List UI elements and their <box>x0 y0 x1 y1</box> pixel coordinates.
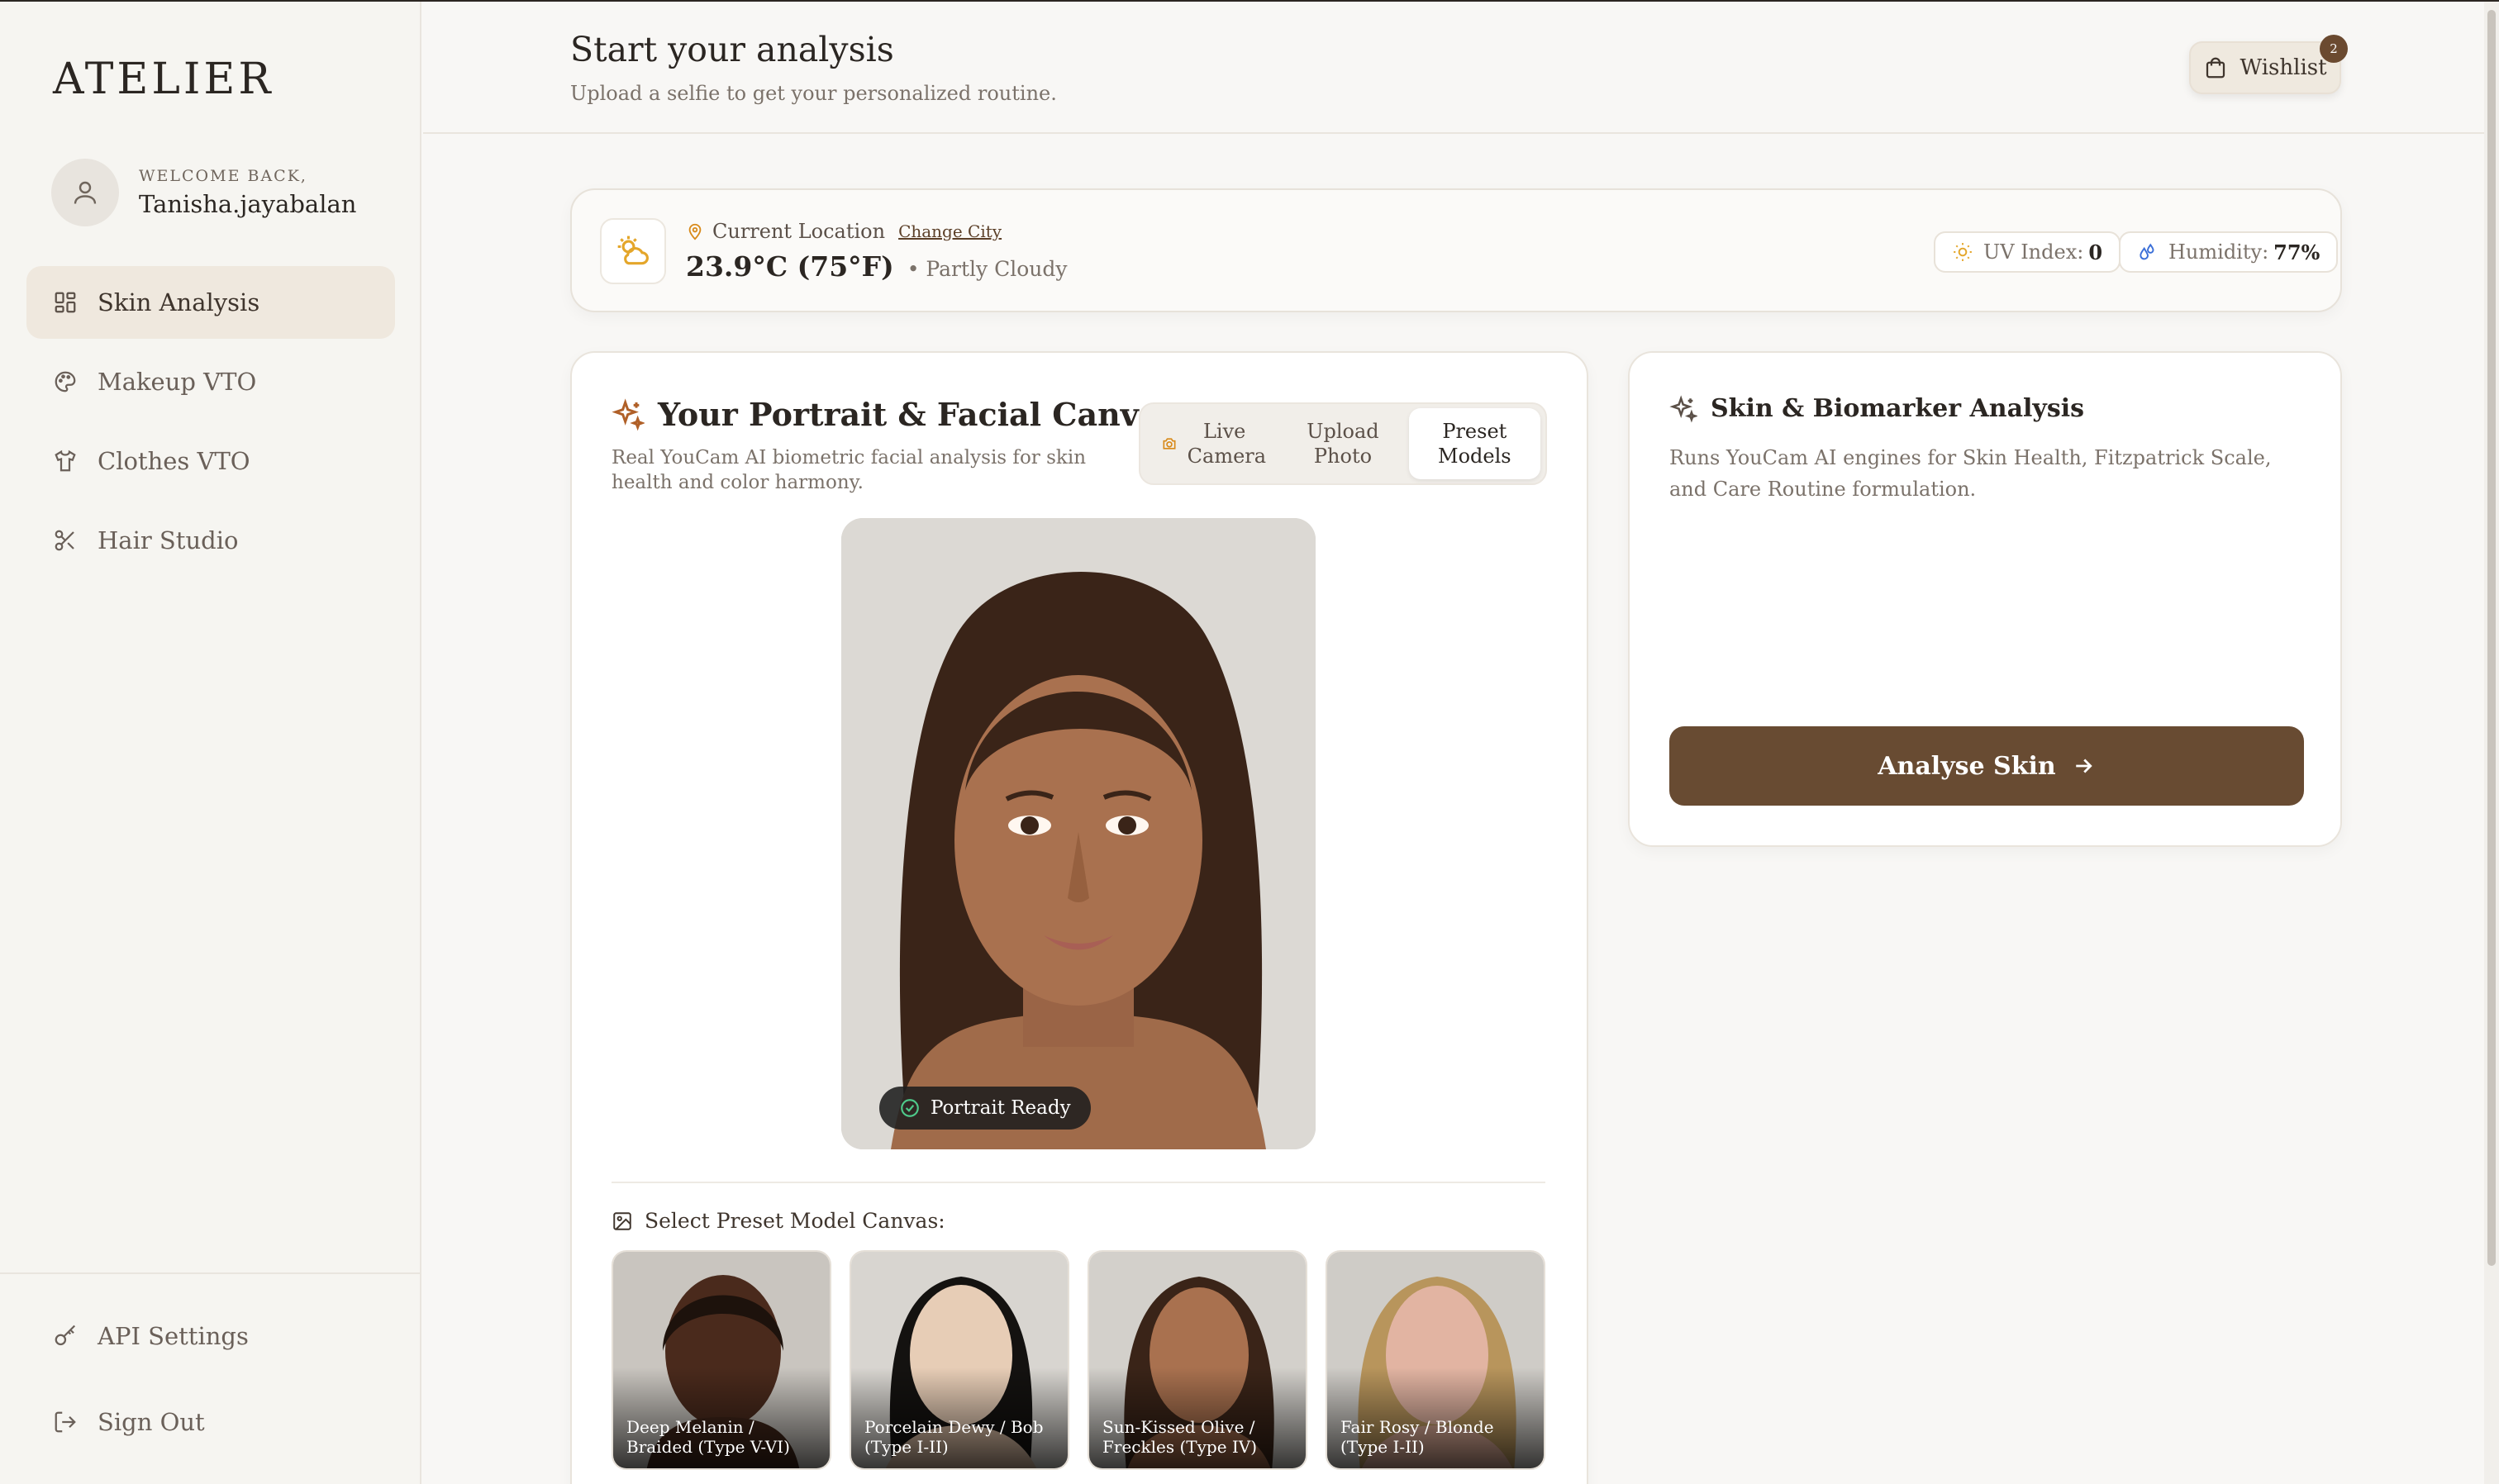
sign-out-label: Sign Out <box>98 1408 205 1436</box>
humidity-pill: Humidity: 77% <box>2119 231 2339 273</box>
wishlist-count-badge: 2 <box>2320 35 2348 63</box>
nav-item-skin-analysis[interactable]: Skin Analysis <box>26 266 395 339</box>
analyse-button-label: Analyse Skin <box>1878 751 2056 781</box>
portrait-image: Portrait Ready <box>841 518 1316 1149</box>
portrait-canvas-card: Your Portrait & Facial Canvas Real YouCa… <box>570 351 1588 1484</box>
preset-caption: Porcelain Dewy / Bob (Type I-II) <box>851 1367 1068 1468</box>
temperature-line: 23.9°C (75°F) • Partly Cloudy <box>686 250 1067 283</box>
main-nav: Skin Analysis Makeup VTO Clothes VTO Hai… <box>26 266 395 583</box>
page-subtitle: Upload a selfie to get your personalized… <box>570 82 1057 105</box>
divider <box>612 1182 1545 1183</box>
preset-model-card[interactable]: Fair Rosy / Blonde (Type I-II) <box>1326 1250 1545 1470</box>
nav-item-hair-studio[interactable]: Hair Studio <box>26 504 395 577</box>
canvas-title: Your Portrait & Facial Canvas <box>612 396 1177 433</box>
palette-icon <box>55 371 76 392</box>
preset-model-card[interactable]: Porcelain Dewy / Bob (Type I-II) <box>850 1250 1069 1470</box>
api-settings-label: API Settings <box>98 1322 249 1350</box>
tab-label: Upload Photo <box>1307 420 1379 468</box>
location-label: Current Location <box>712 220 886 243</box>
wishlist-button[interactable]: Wishlist <box>2189 41 2341 94</box>
map-pin-icon <box>688 223 702 240</box>
username: Tanisha.jayabalan <box>139 190 357 218</box>
analyse-skin-button[interactable]: Analyse Skin <box>1669 726 2304 806</box>
nav-item-makeup-vto[interactable]: Makeup VTO <box>26 345 395 418</box>
page-header: Start your analysis Upload a selfie to g… <box>423 2 2489 134</box>
nav-label: Hair Studio <box>98 526 239 554</box>
biomarker-card: Skin & Biomarker Analysis Runs YouCam AI… <box>1628 351 2342 847</box>
tab-label: Live Camera <box>1187 420 1267 468</box>
humidity-value: 77% <box>2273 240 2320 264</box>
brand-logo: ATELIER <box>53 55 274 104</box>
nav-item-clothes-vto[interactable]: Clothes VTO <box>26 425 395 497</box>
temperature: 23.9°C (75°F) <box>686 250 894 283</box>
api-settings-link[interactable]: API Settings <box>53 1322 249 1350</box>
sidebar: ATELIER WELCOME BACK, Tanisha.jayabalan … <box>0 2 421 1484</box>
partly-cloudy-icon <box>600 218 666 284</box>
nav-label: Makeup VTO <box>98 368 257 396</box>
nav-label: Skin Analysis <box>98 288 260 316</box>
weather-condition: • Partly Cloudy <box>907 257 1068 281</box>
biomarker-description: Runs YouCam AI engines for Skin Health, … <box>1669 446 2272 501</box>
uv-value: 0 <box>2088 240 2103 264</box>
biomarker-title: Skin & Biomarker Analysis <box>1669 394 2084 423</box>
weather-card: Current Location Change City 23.9°C (75°… <box>570 188 2342 312</box>
scrollbar-thumb[interactable] <box>2487 10 2496 1266</box>
sign-out-link[interactable]: Sign Out <box>53 1408 205 1436</box>
uv-index-pill: UV Index: 0 <box>1934 231 2121 273</box>
preset-label: Select Preset Model Canvas: <box>612 1209 945 1233</box>
portrait-ready-badge: Portrait Ready <box>879 1087 1091 1130</box>
user-profile: WELCOME BACK, Tanisha.jayabalan <box>51 159 356 226</box>
preset-caption: Sun-Kissed Olive / Freckles (Type IV) <box>1089 1367 1306 1468</box>
page-title: Start your analysis <box>570 30 894 69</box>
uv-label: UV Index: <box>1983 240 2084 264</box>
sun-icon <box>1954 243 1972 261</box>
tab-preset-models[interactable]: Preset Models <box>1408 408 1540 479</box>
tab-live-camera[interactable]: Live Camera <box>1145 408 1277 479</box>
sparkles-icon <box>1669 394 1697 422</box>
biomarker-title-text: Skin & Biomarker Analysis <box>1711 394 2085 423</box>
key-icon <box>55 1325 76 1346</box>
preset-model-card[interactable]: Sun-Kissed Olive / Freckles (Type IV) <box>1088 1250 1307 1470</box>
tab-label: Preset Models <box>1438 420 1511 468</box>
source-tabs: Live Camera Upload Photo Preset Models <box>1139 402 1547 485</box>
humidity-label: Humidity: <box>2168 240 2269 264</box>
preset-caption: Fair Rosy / Blonde (Type I-II) <box>1327 1367 1544 1468</box>
preset-model-card[interactable]: Deep Melanin / Braided (Type V-VI) <box>612 1250 831 1470</box>
portrait-illustration <box>841 518 1316 1149</box>
sidebar-footer <box>0 1272 420 1274</box>
shopping-bag-icon <box>2206 57 2225 78</box>
canvas-description: Real YouCam AI biometric facial analysis… <box>612 447 1087 493</box>
camera-icon <box>1163 438 1176 449</box>
nav-label: Clothes VTO <box>98 447 250 475</box>
portrait-status: Portrait Ready <box>931 1097 1071 1119</box>
preset-label-text: Select Preset Model Canvas: <box>645 1209 945 1233</box>
check-circle-icon <box>901 1099 919 1117</box>
tab-upload-photo[interactable]: Upload Photo <box>1277 408 1408 479</box>
logout-icon <box>55 1411 76 1433</box>
change-city-link[interactable]: Change City <box>898 221 1002 241</box>
scissors-icon <box>55 530 74 551</box>
wishlist-label: Wishlist <box>2240 55 2327 80</box>
grid-icon <box>55 292 76 313</box>
location-line: Current Location Change City <box>686 220 1002 243</box>
droplets-icon <box>2140 243 2154 260</box>
image-icon <box>613 1211 631 1230</box>
canvas-title-text: Your Portrait & Facial Canvas <box>658 396 1177 433</box>
preset-caption: Deep Melanin / Braided (Type V-VI) <box>613 1367 830 1468</box>
welcome-label: WELCOME BACK, <box>139 167 307 185</box>
sparkles-icon <box>612 397 645 430</box>
shirt-icon <box>55 449 76 472</box>
avatar <box>51 159 119 226</box>
arrow-right-icon <box>2075 759 2092 773</box>
user-icon <box>74 181 97 204</box>
preset-list: Deep Melanin / Braided (Type V-VI) Porce… <box>612 1250 1564 1470</box>
